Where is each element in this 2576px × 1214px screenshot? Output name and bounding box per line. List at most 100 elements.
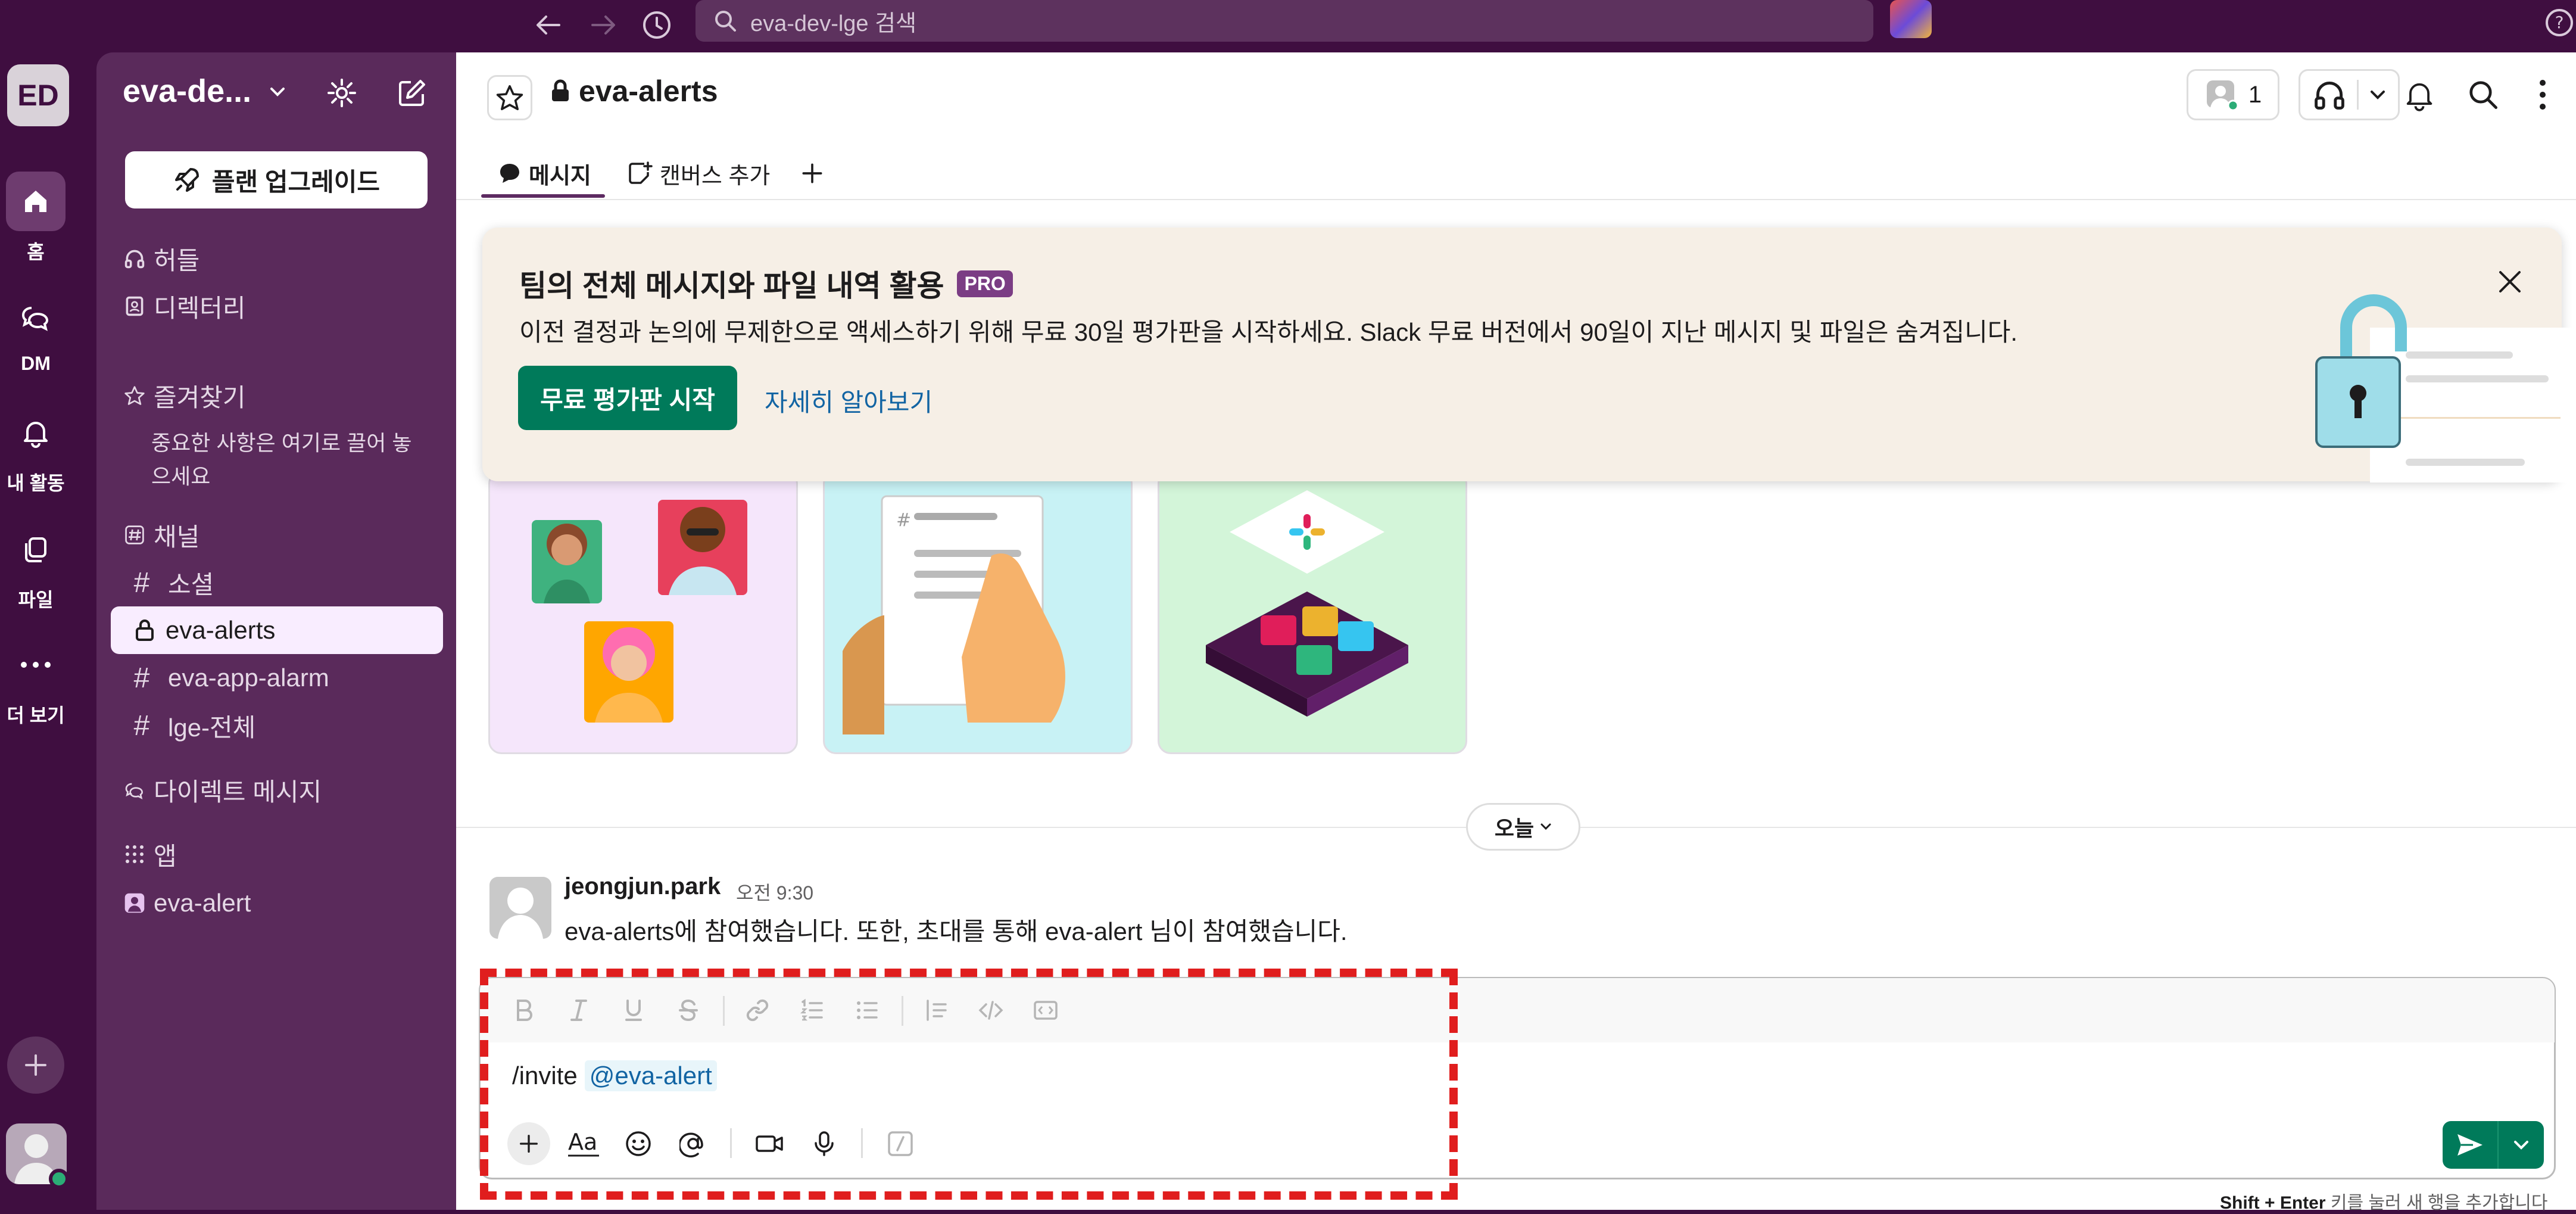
search-input[interactable]: eva-dev-lge 검색 [696, 0, 1873, 42]
apps-illustration-icon [1206, 490, 1408, 717]
upgrade-plan-button[interactable]: 플랜 업그레이드 [125, 151, 428, 208]
send-options-button[interactable] [2499, 1121, 2544, 1169]
rail-item-home[interactable]: 홈 [0, 172, 71, 264]
rail-label: 더 보기 [7, 705, 65, 726]
message-text: eva-alerts에 참여했습니다. 또한, 초대를 통해 eva-alert… [565, 917, 1348, 945]
channel-name: eva-alerts [166, 616, 276, 644]
more-vertical-icon [2540, 80, 2546, 110]
onboarding-card-people[interactable] [488, 471, 798, 754]
clock-icon [643, 11, 670, 39]
message-author[interactable]: jeongjun.park [565, 873, 721, 900]
rail-item-files[interactable]: 파일 [0, 519, 71, 612]
sidebar-item-directory[interactable]: 디렉터리 [111, 282, 444, 330]
tab-messages[interactable]: 메시지 [498, 147, 591, 200]
home-icon [25, 191, 46, 212]
history-button[interactable] [636, 6, 678, 44]
tab-add-canvas[interactable]: 캔버스 추가 [626, 147, 770, 200]
channel-search-button[interactable] [2459, 69, 2507, 120]
workspace-menu-chevron[interactable] [266, 80, 289, 104]
channel-title[interactable]: eva-alerts [550, 74, 718, 108]
sidebar-item-channel-lge[interactable]: # lge-전체 [111, 702, 444, 749]
bell-icon [24, 422, 48, 448]
compose-button[interactable] [394, 75, 430, 111]
sidebar-item-app-eva-alert[interactable]: eva-alert [111, 879, 444, 927]
lock-icon [136, 620, 154, 641]
plus-icon [25, 1054, 46, 1076]
rail-item-dm[interactable]: DM [0, 287, 71, 375]
star-channel-button[interactable] [487, 75, 532, 120]
sidebar-section-channels[interactable]: 채널 [111, 511, 444, 559]
onboarding-card-canvas[interactable]: # [823, 471, 1133, 754]
workspace-avatar[interactable]: ED [7, 64, 69, 126]
add-workspace-button[interactable] [7, 1036, 64, 1094]
workspace-name[interactable]: eva-de... [123, 73, 251, 110]
header-divider [456, 199, 2576, 200]
settings-button[interactable] [325, 76, 358, 110]
padlock-icon [2315, 294, 2572, 483]
chevron-down-icon [2514, 1141, 2528, 1150]
members-button[interactable]: 1 [2187, 69, 2279, 120]
hint-text: 키를 눌러 새 행을 추가합니다 [2330, 1193, 2548, 1213]
plus-icon [802, 163, 822, 183]
banner-description: 이전 결정과 논의에 무제한으로 액세스하기 위해 무료 30일 평가판을 시작… [519, 318, 2018, 346]
message-timestamp[interactable]: 오전 9:30 [736, 878, 813, 905]
learn-more-link[interactable]: 자세히 알아보기 [765, 382, 933, 419]
send-icon [2458, 1134, 2483, 1156]
send-button[interactable] [2443, 1121, 2544, 1169]
search-icon [2469, 81, 2497, 109]
date-label: 오늘 [1494, 816, 1535, 841]
channel-name: 소셜 [168, 570, 214, 599]
svg-text:?: ? [2555, 13, 2564, 32]
headphones-icon [124, 250, 145, 269]
app-avatar-icon [124, 893, 145, 913]
rail-item-more[interactable]: 더 보기 [0, 635, 71, 728]
sidebar-item-huddles[interactable]: 허들 [111, 235, 444, 282]
arrow-left-icon [537, 15, 560, 35]
start-trial-button[interactable]: 무료 평가판 시작 [518, 366, 737, 430]
tab-label: 메시지 [529, 163, 591, 189]
onboarding-card-apps[interactable] [1158, 471, 1467, 754]
highlight-box [480, 969, 1458, 1200]
sidebar-section-apps[interactable]: 앱 [111, 830, 444, 878]
pro-badge: PRO [957, 270, 1013, 297]
user-silhouette-icon [498, 888, 543, 939]
rail-label: DM [21, 353, 51, 374]
member-count: 1 [2248, 81, 2262, 108]
bell-icon [2406, 83, 2432, 111]
forward-button[interactable] [582, 6, 624, 44]
document-illustration-icon: # [843, 495, 1065, 734]
apps-grid-icon [126, 845, 144, 863]
help-icon: ? [2546, 9, 2573, 36]
canvas-add-icon [629, 161, 653, 184]
upgrade-label: 플랜 업그레이드 [211, 167, 381, 196]
channel-name: lge-전체 [168, 713, 256, 742]
channel-name: eva-alerts [579, 74, 718, 108]
hint-key: Shift + Enter [2220, 1193, 2326, 1213]
compose-icon [399, 80, 425, 106]
gear-icon [328, 79, 356, 107]
sidebar-section-dms[interactable]: 다이렉트 메시지 [111, 766, 444, 814]
rail-item-activity[interactable]: 내 활동 [0, 403, 71, 496]
more-icon [21, 662, 51, 668]
sidebar-section-favorites[interactable]: 즐겨찾기 [111, 372, 444, 419]
help-button[interactable]: ? [2543, 6, 2576, 39]
notifications-button[interactable] [2399, 69, 2440, 120]
sidebar-item-label: eva-alert [154, 889, 251, 917]
profile-avatar[interactable] [1890, 0, 1932, 38]
sidebar-section-label: 즐겨찾기 [154, 383, 246, 412]
banner-title-text: 팀의 전체 메시지와 파일 내역 활용 [519, 269, 944, 303]
huddle-button[interactable] [2299, 69, 2400, 120]
sidebar-item-channel-eva-app-alarm[interactable]: # eva-app-alarm [111, 654, 444, 702]
channel-more-button[interactable] [2519, 69, 2566, 120]
back-button[interactable] [528, 6, 569, 44]
sidebar-item-channel-social[interactable]: # 소셜 [111, 559, 444, 606]
tab-add-button[interactable] [799, 147, 832, 200]
channel-name: eva-app-alarm [168, 664, 329, 692]
search-icon [715, 11, 736, 32]
banner-title: 팀의 전체 메시지와 파일 내역 활용 PRO [519, 262, 1013, 305]
message-avatar[interactable] [489, 877, 551, 939]
sidebar-item-channel-eva-alerts[interactable]: eva-alerts [111, 606, 443, 654]
date-divider-button[interactable]: 오늘 [1466, 803, 1580, 851]
rail-label: 내 활동 [7, 472, 65, 494]
message-bubble-icon [500, 164, 519, 183]
